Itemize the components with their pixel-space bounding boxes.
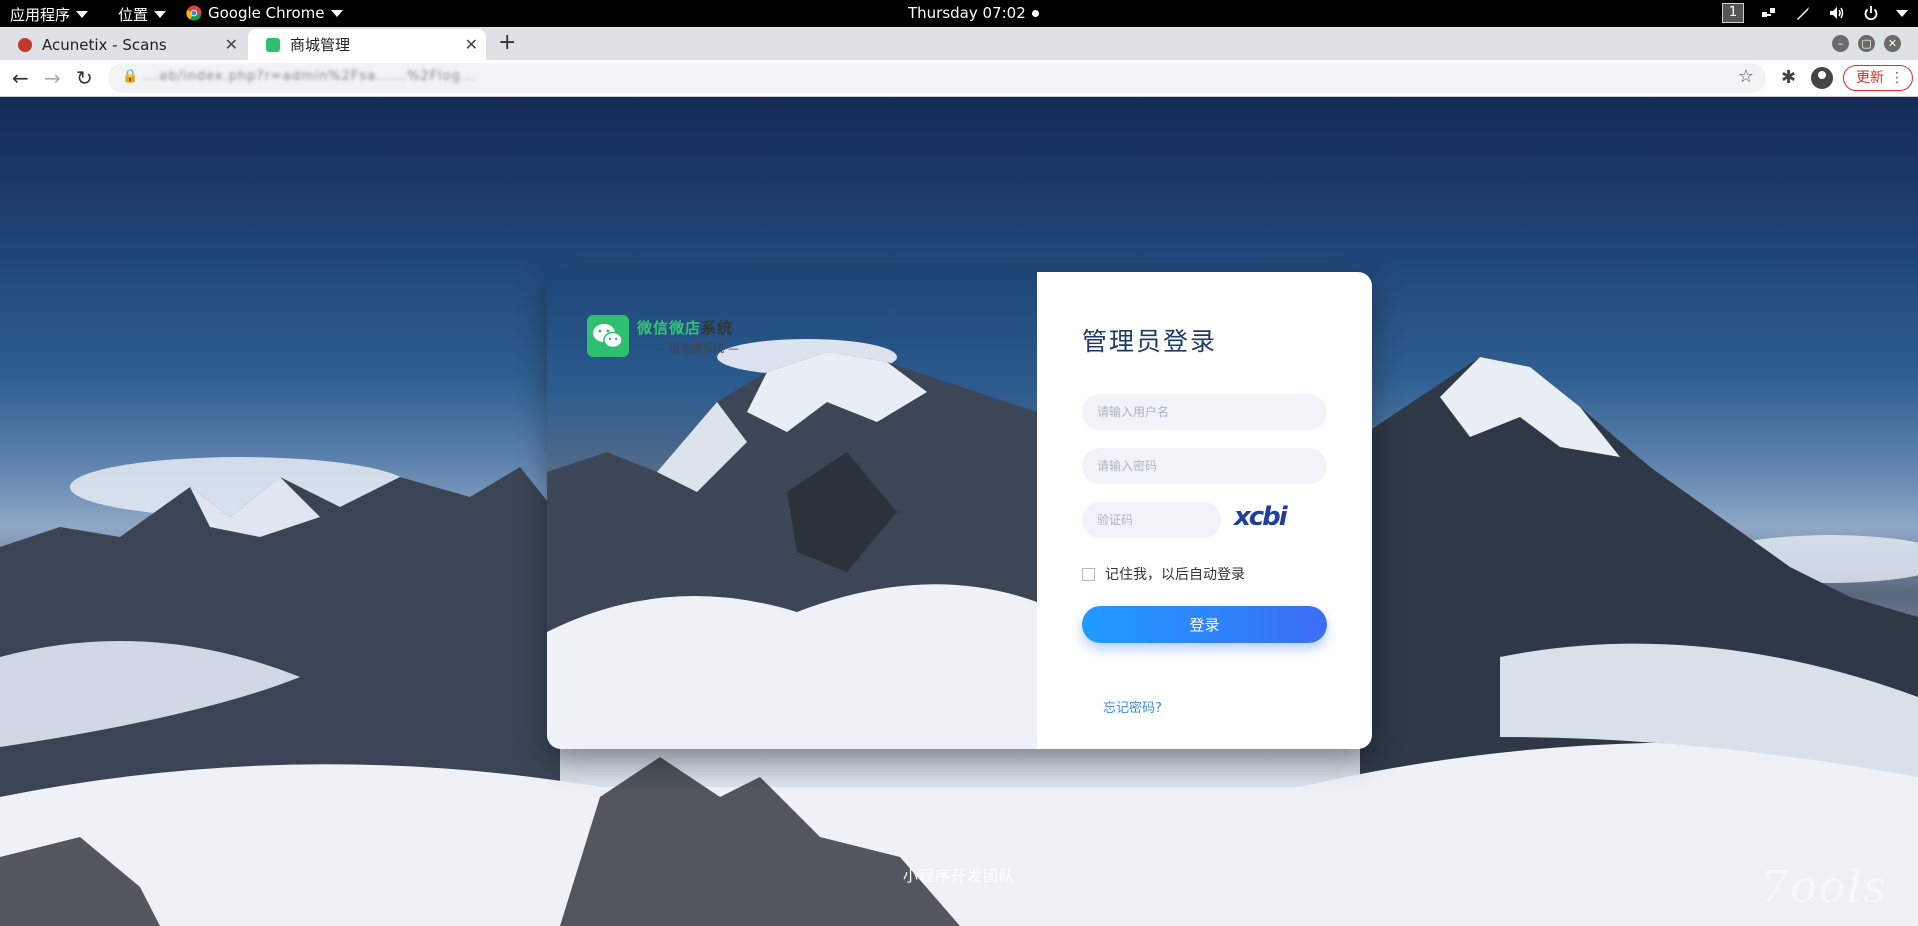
close-tab-icon[interactable]: ✕ [225,35,238,54]
chevron-down-icon [330,9,343,17]
profile-avatar-icon[interactable] [1811,67,1833,89]
remember-me-label: 记住我，以后自动登录 [1105,567,1245,583]
login-form-panel: 管理员登录 xcbi 记住我，以后自动登录 登录 忘记密码? [1037,272,1372,749]
remember-me[interactable]: 记住我，以后自动登录 [1082,564,1245,584]
tab-shop-admin[interactable]: 商城管理 ✕ [248,29,486,60]
login-heading: 管理员登录 [1082,327,1218,356]
acunetix-favicon-icon [18,37,32,52]
close-tab-icon[interactable]: ✕ [465,35,478,54]
chrome-app-menu-label: Google Chrome [208,4,325,22]
tab-title: 商城管理 [290,36,351,54]
minimize-window-icon[interactable]: – [1832,35,1849,52]
login-page-background: 微信微店系统 — 微电商系统 — 管理员登录 xcbi 记住我，以后自动登录 登… [0,97,1918,926]
apps-menu[interactable]: 应用程序 [10,4,89,25]
system-tray: 1 [1722,3,1908,23]
wechat-icon [587,315,629,357]
footer-team-text: 小程序开发团队 [903,867,1016,885]
more-options-icon[interactable]: ⋮ [1890,66,1904,90]
pen-tool-icon[interactable] [1794,4,1812,22]
tab-strip: Acunetix - Scans ✕ 商城管理 ✕ + – ▢ ✕ [0,27,1918,60]
forgot-password-link[interactable]: 忘记密码? [1103,697,1162,716]
system-top-bar: 应用程序 位置 Google Chrome Thursday 07:02 1 [0,0,1918,27]
new-tab-icon[interactable]: + [498,30,516,55]
username-input[interactable] [1082,394,1327,430]
places-menu[interactable]: 位置 [118,4,167,25]
extensions-puzzle-icon[interactable]: ✱ [1781,67,1796,88]
apps-menu-label: 应用程序 [10,6,71,24]
login-card-image-panel: 微信微店系统 — 微电商系统 — [547,272,1037,749]
browser-toolbar: ← → ↻ 🔒 ...ab/index.php?r=admin%2Fsa....… [0,60,1918,97]
chrome-app-menu[interactable]: Google Chrome [186,4,343,22]
chevron-down-icon [154,11,167,18]
clock[interactable]: Thursday 07:02 [908,4,1039,22]
chrome-icon [186,5,202,21]
clock-label: Thursday 07:02 [908,4,1026,22]
bookmark-star-icon[interactable]: ☆ [1738,66,1754,87]
close-window-icon[interactable]: ✕ [1884,35,1901,52]
chevron-down-icon[interactable] [1896,9,1908,17]
brand-logo: 微信微店系统 — 微电商系统 — [587,315,739,357]
chevron-down-icon [76,11,89,18]
power-icon[interactable] [1862,4,1880,22]
network-icon[interactable] [1760,4,1778,22]
update-button[interactable]: 更新 ⋮ [1843,65,1913,91]
places-menu-label: 位置 [118,6,149,24]
tab-title: Acunetix - Scans [42,35,167,54]
workspace-indicator[interactable]: 1 [1722,3,1744,23]
update-button-label: 更新 [1856,70,1884,86]
back-arrow-icon[interactable]: ← [12,66,29,90]
brand-title-green: 微信微店 [637,318,702,337]
volume-icon[interactable] [1828,4,1846,22]
captcha-image[interactable]: xcbi [1234,502,1288,532]
forward-arrow-icon[interactable]: → [44,66,61,90]
brand-title-dark: 系统 [701,318,734,337]
login-card: 微信微店系统 — 微电商系统 — 管理员登录 xcbi 记住我，以后自动登录 登… [547,272,1372,749]
reload-icon[interactable]: ↻ [76,66,93,90]
login-button[interactable]: 登录 [1082,606,1327,643]
lock-icon[interactable]: 🔒 [122,69,138,84]
address-bar[interactable]: 🔒 ...ab/index.php?r=admin%2Fsa......%2Fl… [108,63,1766,93]
brand-title: 微信微店系统 [637,317,739,338]
remember-me-checkbox[interactable] [1082,567,1095,581]
brand-subtitle: — 微电商系统 — [655,341,739,355]
captcha-input[interactable] [1082,502,1221,538]
url-text: ...ab/index.php?r=admin%2Fsa......%2Flog… [144,69,477,84]
tab-acunetix-scans[interactable]: Acunetix - Scans ✕ [0,29,246,60]
notification-dot-icon [1031,9,1039,17]
tools-watermark-logo: 7ools [1760,862,1888,913]
password-input[interactable] [1082,448,1327,484]
page-favicon-icon [266,37,280,52]
maximize-window-icon[interactable]: ▢ [1858,35,1875,52]
